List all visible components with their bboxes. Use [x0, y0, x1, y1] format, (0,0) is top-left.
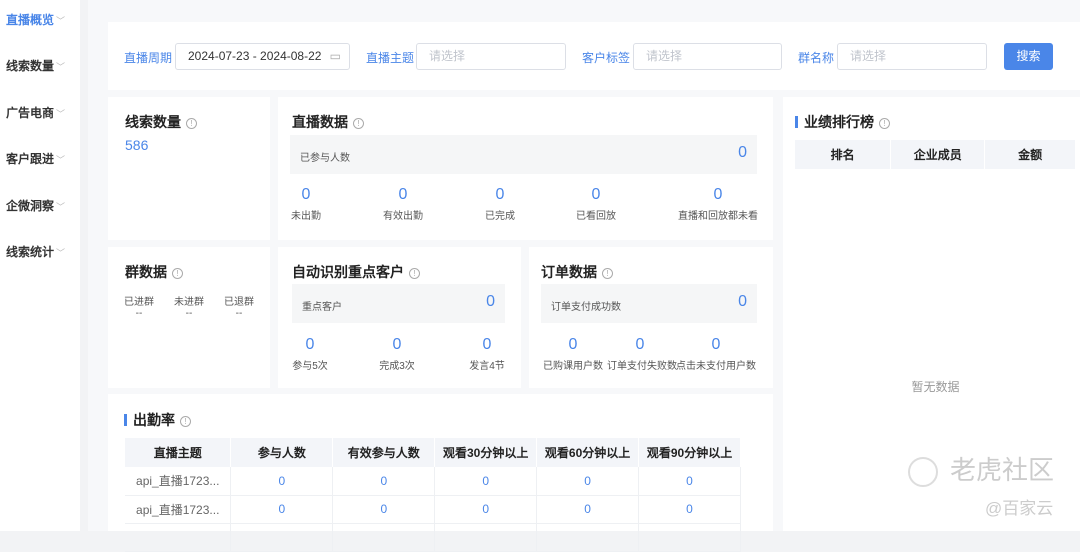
- sidebar-item-label: 广告电商: [6, 106, 55, 120]
- group-joined: 已进群 --: [124, 297, 154, 319]
- topic-select[interactable]: 请选择: [416, 43, 566, 70]
- participants-label: 已参与人数: [300, 153, 350, 164]
- column-header: 排名: [795, 140, 892, 169]
- stat-speak4: 0 发言4节: [469, 336, 505, 372]
- sidebar-item-label: 线索统计: [6, 245, 55, 259]
- empty-state: 暂无数据: [911, 380, 960, 394]
- title-text: 线索数量: [125, 114, 181, 130]
- sidebar-item-followup[interactable]: 客户跟进 ﹀: [6, 150, 65, 167]
- sidebar-item-ads[interactable]: 广告电商 ﹀: [6, 104, 65, 121]
- chevron-down-icon: ﹀: [56, 248, 66, 258]
- tag-label: 客户标签: [582, 51, 631, 65]
- column-header: 直播主题: [125, 438, 232, 467]
- leads-card: 线索数量! 586: [108, 97, 270, 240]
- attendance-card: 出勤率! 直播主题 参与人数 有效参与人数 观看30分钟以上 观看60分钟以上 …: [108, 394, 773, 552]
- accent-bar: [124, 414, 127, 426]
- info-icon[interactable]: !: [186, 118, 197, 129]
- info-icon[interactable]: !: [409, 268, 420, 279]
- order-card: 订单数据! 订单支付成功数 0 0 已购课用户数 0 订单支付失败数 0 点击未支付用户…: [529, 247, 773, 388]
- info-icon[interactable]: !: [602, 268, 613, 279]
- calendar-icon: ▭: [329, 49, 341, 63]
- tag-select[interactable]: 请选择: [633, 43, 782, 70]
- title-text: 群数据: [125, 264, 167, 280]
- sidebar-item-label: 直播概览: [6, 13, 55, 27]
- stat-none: 0 直播和回放都未看: [678, 186, 758, 222]
- sidebar-item-label: 线索数量: [6, 59, 55, 73]
- chevron-down-icon: ﹀: [56, 62, 66, 72]
- group-title: 群数据!: [125, 262, 183, 282]
- period-label: 直播周期: [124, 51, 173, 65]
- stat-effective: 0 有效出勤: [383, 186, 423, 222]
- ranking-table: 排名 企业成员 金额: [795, 140, 1076, 169]
- column-header: 观看90分钟以上: [638, 438, 741, 467]
- chevron-down-icon: ﹀: [56, 16, 66, 26]
- sidebar-item-wecom[interactable]: 企微洞察 ﹀: [6, 197, 65, 214]
- sidebar-item-label: 客户跟进: [6, 152, 55, 166]
- title-text: 自动识别重点客户: [292, 264, 404, 280]
- live-card: 直播数据! 已参与人数 0 0 未出勤 0 有效出勤 0 已完成 0 已看回放 0 直播和回…: [278, 97, 773, 240]
- paid-box: 订单支付成功数 0: [541, 284, 757, 323]
- stat-purchased: 0 已购课用户数: [543, 336, 603, 372]
- column-header: 有效参与人数: [332, 438, 436, 467]
- stat-attend5: 0 参与5次: [292, 336, 328, 372]
- chevron-down-icon: ﹀: [56, 202, 66, 212]
- attendance-table: 直播主题 参与人数 有效参与人数 观看30分钟以上 观看60分钟以上 观看90分…: [125, 438, 741, 552]
- ranking-title: 业绩排行榜!: [795, 112, 890, 132]
- key-customer-box: 重点客户 0: [292, 284, 505, 323]
- sidebar: 直播概览 ﹀ 线索数量 ﹀ 广告电商 ﹀ 客户跟进 ﹀ 企微洞察 ﹀ 线索统计 ﹀: [0, 0, 80, 531]
- info-icon[interactable]: !: [353, 118, 364, 129]
- participants-box: 已参与人数 0: [290, 135, 757, 174]
- group-select[interactable]: 请选择: [837, 43, 987, 70]
- order-title: 订单数据!: [541, 262, 613, 282]
- stat-complete3: 0 完成3次: [379, 336, 415, 372]
- column-header: 参与人数: [230, 438, 334, 467]
- attendance-title: 出勤率!: [124, 410, 191, 430]
- column-header: 观看30分钟以上: [434, 438, 538, 467]
- stat-failed: 0 订单支付失败数: [607, 336, 677, 372]
- leads-value: 586: [125, 137, 149, 153]
- participants-value: 0: [738, 144, 747, 161]
- search-button[interactable]: 搜索: [1004, 43, 1053, 70]
- key-customer-card: 自动识别重点客户! 重点客户 0 0 参与5次 0 完成3次 0 发言4节: [278, 247, 521, 388]
- column-header: 观看60分钟以上: [536, 438, 640, 467]
- column-header: 企业成员: [890, 140, 986, 169]
- table-row: api_直播1723... 0 0 0 0 0: [125, 495, 741, 524]
- chevron-down-icon: ﹀: [56, 109, 66, 119]
- period-value: 2024-07-23 - 2024-08-22: [188, 49, 322, 63]
- sidebar-item-label: 企微洞察: [6, 199, 55, 213]
- info-icon[interactable]: !: [172, 268, 183, 279]
- title-text: 出勤率: [133, 412, 175, 428]
- group-not-joined: 未进群 --: [174, 297, 204, 319]
- title-text: 业绩排行榜: [804, 114, 874, 130]
- stat-unpaid: 0 点击未支付用户数: [676, 336, 756, 372]
- info-icon[interactable]: !: [879, 118, 890, 129]
- sidebar-item-lead-stats[interactable]: 线索统计 ﹀: [6, 243, 65, 260]
- chevron-down-icon: ﹀: [56, 155, 66, 165]
- group-left: 已退群 --: [224, 297, 254, 319]
- group-label: 群名称: [798, 51, 835, 65]
- title-text: 直播数据: [292, 114, 348, 130]
- watermark-logo: 老虎社区: [908, 450, 1054, 488]
- stat-completed: 0 已完成: [485, 186, 515, 222]
- sidebar-item-live-overview[interactable]: 直播概览 ﹀: [6, 11, 65, 28]
- live-title: 直播数据!: [292, 112, 364, 132]
- info-icon[interactable]: !: [180, 416, 191, 427]
- title-text: 订单数据: [541, 264, 597, 280]
- accent-bar: [795, 116, 798, 128]
- table-row: api_直播1723... 0 0 0 0 0: [125, 467, 741, 496]
- sidebar-item-leads[interactable]: 线索数量 ﹀: [6, 57, 65, 74]
- topic-label: 直播主题: [366, 51, 415, 65]
- column-header: 金额: [984, 140, 1076, 169]
- leads-title: 线索数量!: [125, 112, 197, 132]
- stat-absent: 0 未出勤: [291, 186, 321, 222]
- watermark-text: @百家云: [985, 499, 1054, 518]
- stat-replay: 0 已看回放: [576, 186, 616, 222]
- auto-title: 自动识别重点客户!: [292, 262, 420, 282]
- period-picker[interactable]: 2024-07-23 - 2024-08-22 ▭: [175, 43, 350, 70]
